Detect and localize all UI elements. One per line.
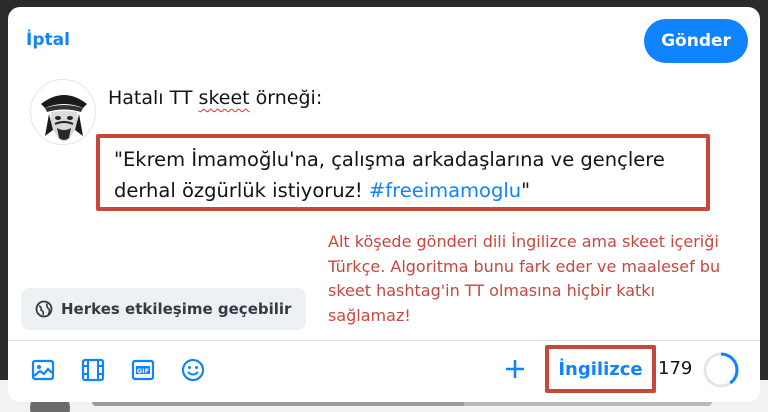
char-remaining: 179 — [658, 358, 693, 379]
annotation-note: Alt köşede gönderi dili İngilizce ama sk… — [328, 232, 721, 325]
post-title[interactable]: Hatalı TT skeet örneği: — [108, 87, 322, 109]
cancel-button[interactable]: İptal — [26, 30, 70, 50]
post-title-start: Hatalı TT — [108, 87, 199, 109]
reply-setting-label: Herkes etkileşime geçebilir — [61, 300, 292, 318]
compose-dialog: İptal Gönder Hatalı TT skeet örneği: "Ek… — [8, 7, 760, 402]
quote-end: " — [521, 179, 531, 202]
language-label: İngilizce — [558, 358, 643, 380]
language-selector[interactable]: İngilizce — [545, 345, 656, 393]
avatar — [30, 79, 96, 145]
send-button[interactable]: Gönder — [644, 19, 748, 63]
pirate-avatar-icon — [31, 80, 95, 144]
reply-setting-button[interactable]: Herkes etkileşime geçebilir — [21, 288, 306, 330]
svg-text:GIF: GIF — [137, 367, 149, 375]
plus-icon[interactable] — [502, 356, 528, 382]
misspelled-word: skeet — [198, 87, 250, 109]
char-progress-ring — [703, 352, 739, 388]
toolbar-divider — [8, 340, 760, 341]
post-title-end: örneği: — [249, 87, 323, 109]
emoji-icon[interactable] — [180, 357, 206, 383]
hashtag-link[interactable]: #freeimamoglu — [369, 179, 521, 202]
image-icon[interactable] — [30, 357, 56, 383]
video-icon[interactable] — [80, 357, 106, 383]
gif-icon[interactable]: GIF — [130, 357, 156, 383]
globe-icon — [35, 300, 53, 318]
highlighted-quote: "Ekrem İmamoğlu'na, çalışma arkadaşların… — [96, 134, 710, 211]
